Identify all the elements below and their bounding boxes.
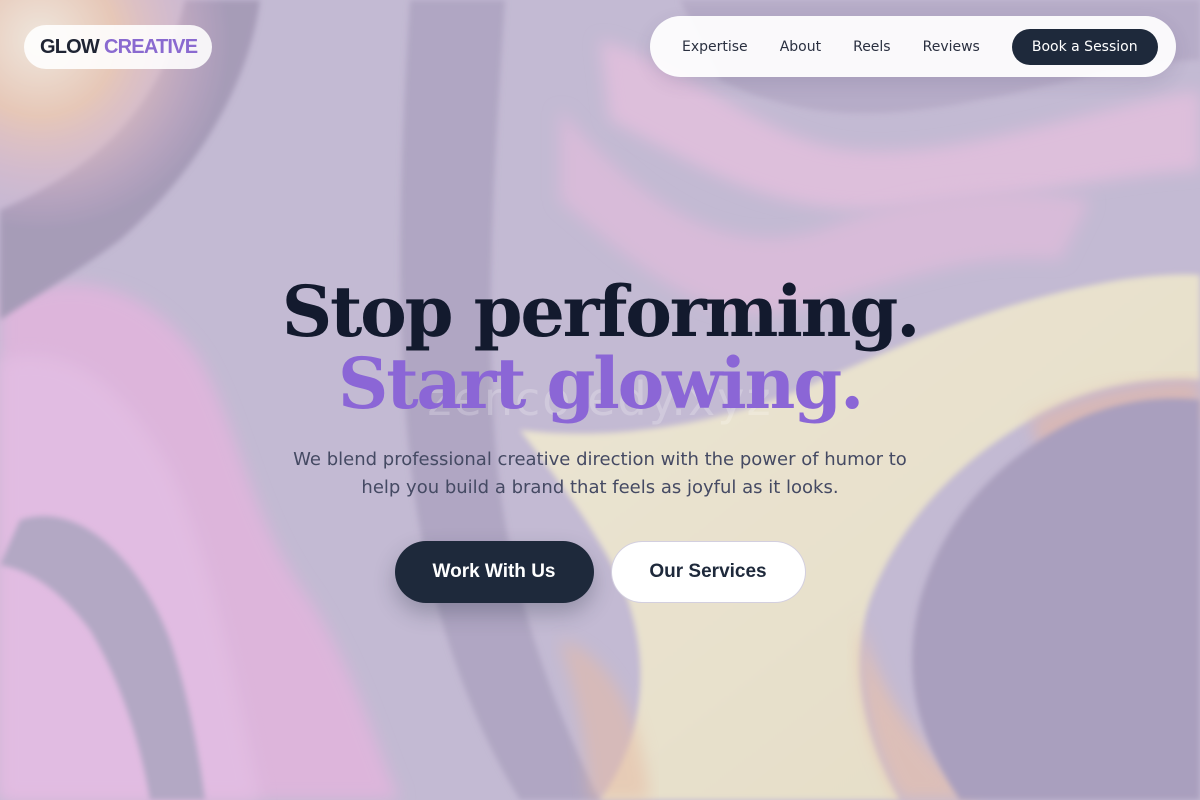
nav-link-reels[interactable]: Reels	[853, 39, 891, 55]
hero-subtitle-line-1: We blend professional creative direction…	[293, 449, 907, 470]
hero-subtitle-line-2: help you build a brand that feels as joy…	[361, 477, 839, 498]
brand-word-glow: GLOW	[40, 35, 100, 58]
nav-link-about[interactable]: About	[780, 39, 821, 55]
main-nav: Expertise About Reels Reviews Book a Ses…	[650, 16, 1176, 77]
brand-word-creative: CREATIVE	[104, 35, 198, 58]
brand-logo[interactable]: GLOW CREATIVE	[24, 25, 213, 69]
hero-subtitle: We blend professional creative direction…	[0, 446, 1200, 502]
book-session-button[interactable]: Book a Session	[1011, 28, 1158, 65]
hero-actions: Work With Us Our Services	[0, 541, 1200, 603]
nav-link-reviews[interactable]: Reviews	[923, 39, 980, 55]
hero-title-line-2: Start glowing.	[337, 342, 865, 425]
hero-title-line-1: Stop performing.	[281, 270, 921, 353]
our-services-button[interactable]: Our Services	[610, 541, 806, 603]
hero-heading: Stop performing. Start glowing.	[0, 276, 1200, 420]
work-with-us-button[interactable]: Work With Us	[394, 541, 594, 603]
nav-link-expertise[interactable]: Expertise	[682, 39, 748, 55]
